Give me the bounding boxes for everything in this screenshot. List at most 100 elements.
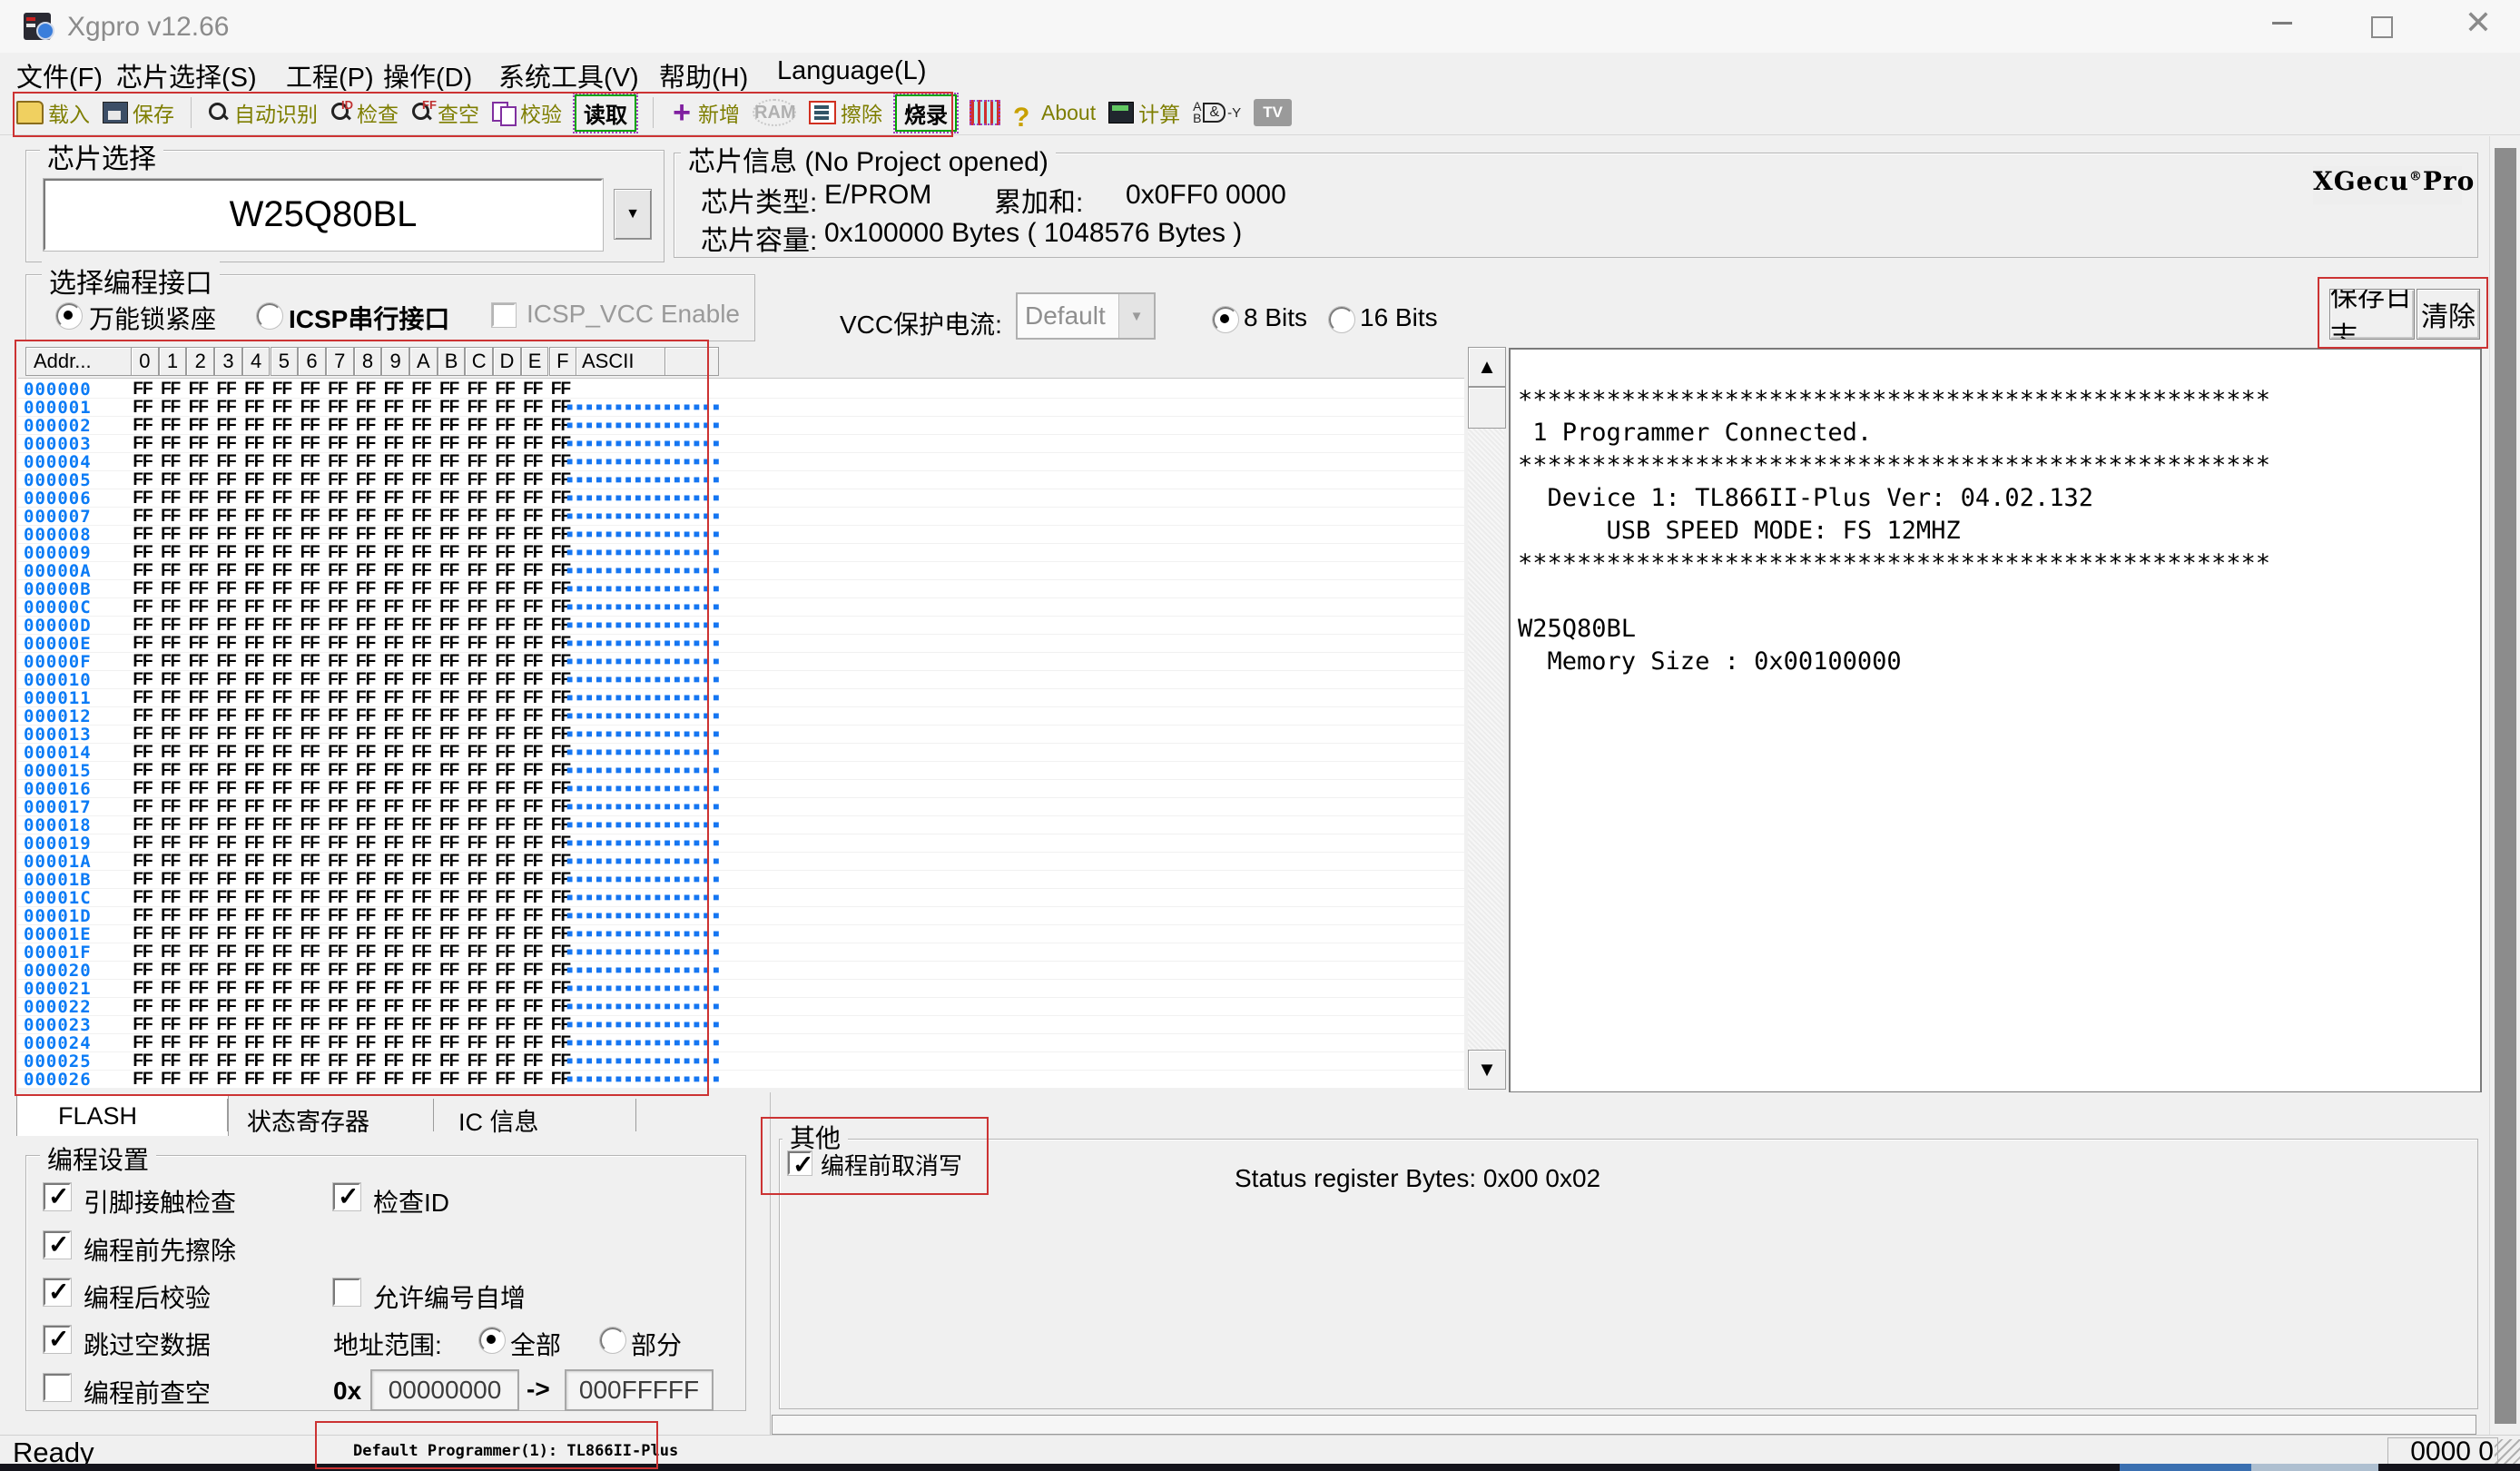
hex-byte-cell[interactable]: FF <box>212 543 240 563</box>
hex-byte-cell[interactable]: FF <box>352 634 379 654</box>
hex-byte-cell[interactable]: FF <box>463 852 490 872</box>
hex-byte-cell[interactable]: FF <box>129 507 156 527</box>
hex-byte-cell[interactable]: FF <box>324 525 351 545</box>
hex-byte-cell[interactable]: FF <box>296 688 323 708</box>
hex-byte-cell[interactable]: FF <box>436 543 463 563</box>
hex-byte-cell[interactable]: FF <box>241 706 268 726</box>
hex-byte-cell[interactable]: FF <box>463 416 490 436</box>
hex-byte-cell[interactable]: FF <box>184 1070 212 1090</box>
hex-byte-cell[interactable]: FF <box>408 1051 435 1071</box>
hex-byte-cell[interactable]: FF <box>296 1015 323 1035</box>
hex-byte-cell[interactable]: FF <box>463 543 490 563</box>
hex-byte-cell[interactable]: FF <box>296 779 323 799</box>
hex-byte-cell[interactable]: FF <box>408 670 435 690</box>
hex-byte-cell[interactable]: FF <box>157 924 184 944</box>
hex-byte-cell[interactable]: FF <box>241 797 268 817</box>
hex-byte-cell[interactable]: FF <box>324 380 351 400</box>
hex-byte-cell[interactable]: FF <box>129 943 156 963</box>
hex-byte-cell[interactable]: FF <box>184 943 212 963</box>
hex-byte-cell[interactable]: FF <box>184 416 212 436</box>
hex-byte-cell[interactable]: FF <box>269 997 296 1017</box>
hex-byte-cell[interactable]: FF <box>491 489 518 508</box>
hex-byte-cell[interactable]: FF <box>408 597 435 617</box>
hex-byte-cell[interactable]: FF <box>241 416 268 436</box>
hex-byte-cell[interactable]: FF <box>519 579 546 599</box>
hex-byte-cell[interactable]: FF <box>491 1070 518 1090</box>
hex-byte-cell[interactable]: FF <box>324 743 351 763</box>
hex-row[interactable]: 000026FFFFFFFFFFFFFFFFFFFFFFFFFFFFFFFF■■… <box>18 1070 1464 1089</box>
hex-byte-cell[interactable]: FF <box>184 507 212 527</box>
hex-byte-cell[interactable]: FF <box>436 616 463 636</box>
hex-byte-cell[interactable]: FF <box>352 507 379 527</box>
hex-byte-cell[interactable]: FF <box>379 943 407 963</box>
hex-byte-cell[interactable]: FF <box>184 815 212 835</box>
hex-byte-cell[interactable]: FF <box>296 634 323 654</box>
hex-byte-cell[interactable]: FF <box>519 398 546 418</box>
hex-byte-cell[interactable]: FF <box>129 525 156 545</box>
hex-byte-cell[interactable]: FF <box>463 579 490 599</box>
hex-byte-cell[interactable]: FF <box>379 507 407 527</box>
hex-byte-cell[interactable]: FF <box>157 470 184 490</box>
hex-byte-cell[interactable]: FF <box>129 888 156 908</box>
hex-byte-cell[interactable]: FF <box>408 761 435 781</box>
hex-byte-cell[interactable]: FF <box>519 597 546 617</box>
hex-byte-cell[interactable]: FF <box>379 670 407 690</box>
hex-byte-cell[interactable]: FF <box>379 743 407 763</box>
hex-byte-cell[interactable]: FF <box>296 1051 323 1071</box>
hex-byte-cell[interactable]: FF <box>241 507 268 527</box>
hex-byte-cell[interactable]: FF <box>241 470 268 490</box>
hex-byte-cell[interactable]: FF <box>269 1070 296 1090</box>
hex-byte-cell[interactable]: FF <box>436 797 463 817</box>
hex-byte-cell[interactable]: FF <box>241 398 268 418</box>
hex-byte-cell[interactable]: FF <box>408 888 435 908</box>
hex-byte-cell[interactable]: FF <box>212 398 240 418</box>
hex-byte-cell[interactable]: FF <box>519 561 546 581</box>
hex-byte-cell[interactable]: FF <box>491 924 518 944</box>
hex-byte-cell[interactable]: FF <box>241 997 268 1017</box>
hex-row[interactable]: 000002FFFFFFFFFFFFFFFFFFFFFFFFFFFFFFFF■■… <box>18 416 1464 435</box>
hex-byte-cell[interactable]: FF <box>463 725 490 745</box>
hex-byte-cell[interactable]: FF <box>408 489 435 508</box>
hex-byte-cell[interactable]: FF <box>436 906 463 926</box>
hex-row[interactable]: 000012FFFFFFFFFFFFFFFFFFFFFFFFFFFFFFFF■■… <box>18 706 1464 726</box>
hex-byte-cell[interactable]: FF <box>379 1033 407 1053</box>
hex-byte-cell[interactable]: FF <box>324 979 351 999</box>
hex-byte-cell[interactable]: FF <box>212 452 240 472</box>
hex-byte-cell[interactable]: FF <box>269 470 296 490</box>
hex-byte-cell[interactable]: FF <box>241 834 268 854</box>
hex-byte-cell[interactable]: FF <box>324 943 351 963</box>
hex-byte-cell[interactable]: FF <box>269 416 296 436</box>
hex-byte-cell[interactable]: FF <box>157 616 184 636</box>
hex-byte-cell[interactable]: FF <box>491 888 518 908</box>
hex-byte-cell[interactable]: FF <box>212 688 240 708</box>
hex-byte-cell[interactable]: FF <box>269 961 296 981</box>
hex-row[interactable]: 000001FFFFFFFFFFFFFFFFFFFFFFFFFFFFFFFF■■… <box>18 398 1464 417</box>
hex-byte-cell[interactable]: FF <box>296 579 323 599</box>
hex-byte-cell[interactable]: FF <box>463 507 490 527</box>
hex-byte-cell[interactable]: FF <box>157 834 184 854</box>
hex-byte-cell[interactable]: FF <box>129 1015 156 1035</box>
hex-row[interactable]: 00000EFFFFFFFFFFFFFFFFFFFFFFFFFFFFFFFF■■… <box>18 634 1464 653</box>
hex-byte-cell[interactable]: FF <box>436 1033 463 1053</box>
hex-byte-cell[interactable]: FF <box>296 652 323 672</box>
hex-byte-cell[interactable]: FF <box>491 507 518 527</box>
hex-byte-cell[interactable]: FF <box>157 670 184 690</box>
hex-byte-cell[interactable]: FF <box>129 416 156 436</box>
hex-byte-cell[interactable]: FF <box>352 434 379 454</box>
hex-scroll-down-icon[interactable]: ▼ <box>1468 1050 1506 1090</box>
hex-byte-cell[interactable]: FF <box>157 797 184 817</box>
hex-byte-cell[interactable]: FF <box>463 525 490 545</box>
hex-byte-cell[interactable]: FF <box>157 1070 184 1090</box>
hex-byte-cell[interactable]: FF <box>157 1015 184 1035</box>
hex-byte-cell[interactable]: FF <box>352 597 379 617</box>
hex-byte-cell[interactable]: FF <box>212 1015 240 1035</box>
hex-byte-cell[interactable]: FF <box>463 924 490 944</box>
hex-byte-cell[interactable]: FF <box>212 924 240 944</box>
hex-byte-cell[interactable]: FF <box>352 815 379 835</box>
hex-row[interactable]: 00000BFFFFFFFFFFFFFFFFFFFFFFFFFFFFFFFF■■… <box>18 579 1464 598</box>
hex-row[interactable]: 000017FFFFFFFFFFFFFFFFFFFFFFFFFFFFFFFF■■… <box>18 797 1464 816</box>
hex-byte-cell[interactable]: FF <box>352 943 379 963</box>
hex-byte-cell[interactable]: FF <box>463 1070 490 1090</box>
hex-byte-cell[interactable]: FF <box>324 434 351 454</box>
icsp-vcc-checkbox[interactable] <box>492 303 516 327</box>
